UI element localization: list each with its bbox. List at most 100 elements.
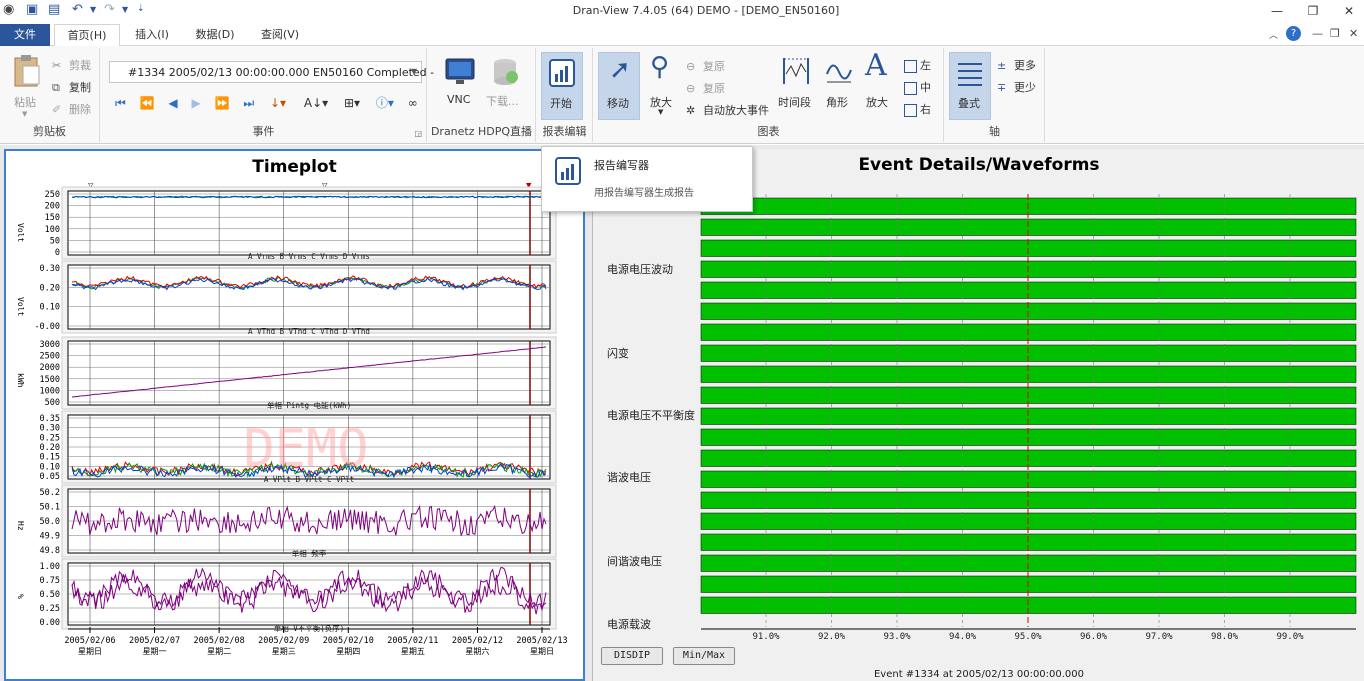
y-tick-label: 0.30 [40,264,60,274]
x-date-label: 2005/02/08 [194,636,245,646]
event-details-pane[interactable]: Event Details/Waveforms 电源电压波动 闪变 电源电压不平衡度… [592,149,1364,681]
help-icon[interactable]: ? [1286,26,1301,41]
x-day-label: 星期日 [530,647,554,656]
group-clipboard: 粘贴 ▼ ✂ 剪裁 ⧉ 复制 ✐ 删除 剪贴板 [0,48,100,142]
y-tick-label: 0.05 [40,472,60,482]
disdip-button[interactable]: DISDIP [601,647,663,665]
y-tick-label: 3000 [40,340,60,350]
report-start-label: 开始 [550,97,572,110]
y-tick-label: 1000 [40,386,60,396]
auto-zoom-event-button[interactable]: ✲ 自动放大事件 [686,102,769,118]
filter-tree-icon[interactable]: ⊞▾ [344,96,360,110]
x-tick-label: 91.0% [752,632,780,642]
close-button[interactable]: ✕ [1334,1,1364,21]
tab-insert[interactable]: 插入(I) [124,24,180,46]
fewer-axes-button[interactable]: ∓ 更少 [997,79,1036,95]
ribbon: 粘贴 ▼ ✂ 剪裁 ⧉ 复制 ✐ 删除 剪贴板 #1334 2005/02/13 00… [0,46,1364,144]
cut-label: 剪裁 [69,59,91,72]
cut-button[interactable]: ✂ 剪裁 [52,57,91,73]
mdi-minimize-button[interactable]: — [1312,27,1323,40]
restore-button[interactable]: ❐ [1298,1,1328,21]
align-left-button[interactable]: 左 [904,57,931,73]
font-zoom-label: 放大 [866,96,888,109]
y-axis-unit: kWh [16,373,25,388]
time-period-button[interactable]: 时间段 [776,54,816,114]
minmax-button[interactable]: Min/Max [673,647,735,665]
font-zoom-button[interactable]: A 放大 [862,48,896,114]
y-tick-label: -0.00 [34,322,60,332]
restore-button-1[interactable]: ⊖ 复原 [686,58,725,74]
series-legend: 单相 V不平衡(负序) [274,623,345,633]
prev-event-icon[interactable]: ◀ [168,96,177,110]
paste-icon [14,55,40,87]
group-label-clipboard: 剪贴板 [33,125,66,138]
y-axis-unit: Hz [16,521,25,531]
angle-button[interactable]: 角形 [822,54,856,114]
first-event-icon[interactable]: ⏮ [115,96,126,110]
delete-label: 删除 [69,103,91,116]
series-legend: 单相 Pintg 电能(kWh) [267,400,351,410]
align-right-button[interactable]: 右 [904,101,931,117]
tab-file[interactable]: 文件 [0,24,50,46]
next-event-icon[interactable]: ▶ [191,96,200,110]
x-tick-label: 96.0% [1080,632,1108,642]
sort-az-icon[interactable]: A↓▾ [304,96,328,110]
tab-view[interactable]: 查阅(V) [250,24,310,46]
y-tick-label: 0.20 [40,283,60,293]
magnifier-icon: ⚲ [650,52,670,82]
y-tick-label: 0.20 [40,443,60,453]
minimize-button[interactable]: — [1262,1,1292,21]
x-tick-label: 95.0% [1014,632,1042,642]
minus-icon: ∓ [997,81,1007,94]
zoom-restore-icon: ⊖ [686,60,696,73]
align-center-button[interactable]: 中 [904,79,931,95]
restore-button-2[interactable]: ⊖ 复原 [686,80,725,96]
timeplot-chart[interactable]: ▽ ▽ ▼250200150100500VoltA Vrms B Vrms C Vr… [6,151,583,679]
info-icon[interactable]: ⓘ▾ [376,96,394,110]
download-label: 下载... [486,95,519,108]
series-legend: 单相 频率 [292,548,327,558]
x-day-label: 星期五 [401,647,425,656]
event-bars-chart[interactable]: 91.0% 92.0% 93.0% 94.0% 95.0% 96.0% 97.0% 98.0%… [593,149,1364,681]
stack-button[interactable]: 叠式 [949,52,991,120]
sort-down-icon[interactable]: ↓▾ [270,96,286,110]
restore-label-1: 复原 [703,60,725,73]
mdi-close-button[interactable]: ✕ [1349,27,1358,40]
zoom-button[interactable]: ⚲ 放大 ▼ [646,52,680,120]
x-date-label: 2005/02/13 [516,636,567,646]
tab-home[interactable]: 首页(H) [54,24,120,47]
mdi-restore-button[interactable]: ❐ [1330,27,1340,40]
y-tick-label: 50.1 [40,503,60,513]
next-page-icon[interactable]: ⏩ [215,96,230,110]
delete-button[interactable]: ✐ 删除 [52,101,91,117]
event-select[interactable]: #1334 2005/02/13 00:00:00.000 EN50160 Co… [109,61,434,83]
collapse-ribbon-icon[interactable]: ︿ [1269,28,1278,41]
group-report: 开始 报表编辑 [537,48,593,142]
last-event-icon[interactable]: ⏭ [243,96,254,110]
stack-icon [958,63,982,86]
series-legend: A VThd B VThd C VThd D VThd [248,327,370,336]
y-tick-label: 0.35 [40,414,60,424]
tab-data[interactable]: 数据(D) [186,24,244,46]
align-left-label: 左 [920,59,931,72]
y-tick-label: 500 [45,398,60,408]
x-day-label: 星期二 [207,647,231,656]
x-day-label: 星期六 [465,646,489,656]
prev-page-icon[interactable]: ⏪ [140,96,155,110]
vnc-button[interactable]: VNC [440,54,480,110]
more-axes-button[interactable]: ± 更多 [997,57,1036,73]
group-label-axis: 轴 [989,125,1000,138]
dialog-launcher-icon[interactable]: ◲ [414,129,422,138]
binoculars-icon[interactable]: ∞ [408,96,418,110]
window-title: Dran-View 7.4.05 (64) DEMO - [DEMO_EN501… [572,4,840,17]
timeplot-pane[interactable]: Timeplot ▽ ▽ ▼ 250 200 150 100 50 0 Volt A Vrms B … [4,149,585,681]
move-button[interactable]: ➚ 移动 [598,52,640,120]
download-button[interactable]: 下载... [484,54,528,110]
group-dranetz: VNC 下载... Dranetz HDPQ直播 [428,48,536,142]
report-writer-tooltip[interactable]: 报告编写器 用报告编写器生成报告 [541,146,753,212]
y-tick-label: 1500 [40,375,60,385]
event-select-value: #1334 2005/02/13 00:00:00.000 EN50160 Co… [128,66,435,79]
report-start-button[interactable]: 开始 [541,52,583,120]
copy-button[interactable]: ⧉ 复制 [52,79,91,95]
paste-button[interactable]: 粘贴 ▼ [8,54,46,124]
